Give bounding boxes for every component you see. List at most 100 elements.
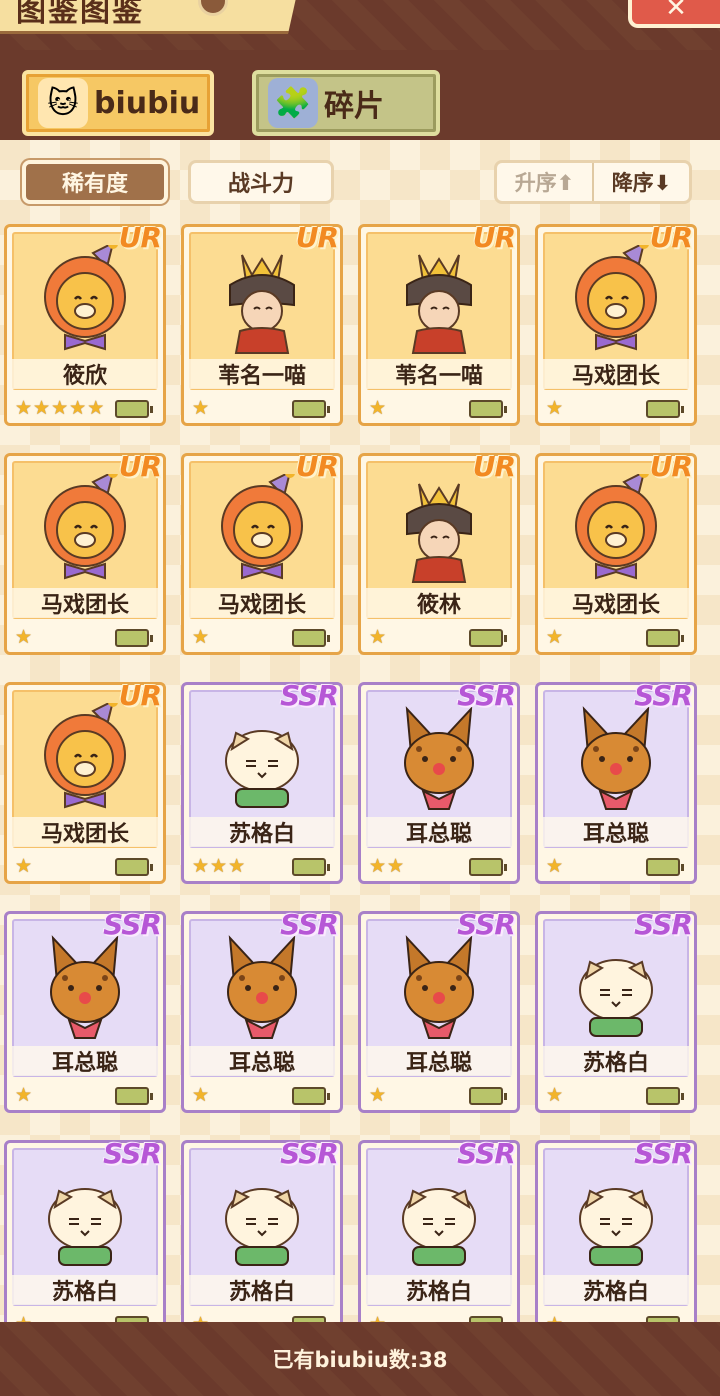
star-rating: ★ [546, 1313, 563, 1322]
close-icon: ✕ [665, 0, 687, 23]
sort-rarity-button[interactable]: 稀有度 [22, 160, 168, 204]
character-card[interactable]: SSR 苏格白 ★ [181, 1137, 343, 1322]
ascending-button[interactable]: 升序⬆ [497, 163, 594, 201]
rarity-badge: UR [649, 450, 693, 483]
rarity-badge: UR [118, 679, 162, 712]
star-rating: ★ [369, 397, 386, 419]
star-rating: ★ [15, 1084, 32, 1106]
character-name: 马戏团长 [543, 588, 689, 618]
star-rating: ★ [192, 626, 209, 648]
star-icon: ★ [369, 626, 387, 648]
character-card[interactable]: UR 筱欣 ★ ★ ★ ★ ★ [4, 224, 166, 426]
character-name: 苏格白 [189, 817, 335, 847]
rarity-badge: UR [118, 224, 162, 254]
star-icon: ★ [33, 397, 51, 419]
rarity-badge: SSR [634, 1137, 693, 1170]
samurai-portrait-icon [389, 474, 489, 586]
battery-icon [646, 1087, 684, 1105]
lion-portrait-icon [566, 468, 666, 586]
star-icon: ★ [387, 855, 405, 877]
battery-icon [292, 858, 330, 876]
character-name: 耳总聪 [366, 817, 512, 847]
character-name: 马戏团长 [12, 817, 158, 847]
close-button[interactable]: ✕ [628, 0, 720, 28]
character-card[interactable]: SSR 苏格白 ★ [535, 1137, 697, 1322]
rarity-badge: SSR [634, 679, 693, 712]
rarity-badge: UR [472, 450, 516, 483]
character-card[interactable]: UR 马戏团长 ★ [535, 224, 697, 426]
star-rating: ★ [546, 626, 563, 648]
star-icon: ★ [546, 626, 564, 648]
character-name: 耳总聪 [12, 1046, 158, 1076]
star-icon: ★ [15, 1084, 33, 1106]
character-name: 马戏团长 [189, 588, 335, 618]
rarity-badge: SSR [457, 679, 516, 712]
character-card[interactable]: UR 马戏团长 ★ [4, 679, 166, 884]
star-rating: ★ [546, 855, 563, 877]
star-rating: ★ [369, 1313, 386, 1322]
character-name: 苏格白 [189, 1275, 335, 1305]
rarity-badge: UR [295, 450, 339, 483]
character-card[interactable]: SSR 耳总聪 ★ [358, 908, 520, 1113]
battery-icon [646, 400, 684, 418]
character-card[interactable]: SSR 耳总聪 ★ ★ [358, 679, 520, 884]
star-icon: ★ [69, 397, 87, 419]
character-card[interactable]: UR 马戏团长 ★ [535, 450, 697, 655]
character-name: 苏格白 [366, 1275, 512, 1305]
star-rating: ★ [192, 397, 209, 419]
battery-icon [646, 629, 684, 647]
star-icon: ★ [87, 397, 105, 419]
character-card[interactable]: SSR 耳总聪 ★ [4, 908, 166, 1113]
lion-portrait-icon [35, 239, 135, 357]
lion-portrait-icon [566, 239, 666, 357]
rarity-badge: SSR [280, 1137, 339, 1170]
star-icon: ★ [15, 1313, 32, 1322]
character-card[interactable]: SSR 苏格白 ★ [4, 1137, 166, 1322]
rarity-badge: SSR [280, 679, 339, 712]
character-name: 马戏团长 [543, 359, 689, 389]
character-name: 苏格白 [543, 1046, 689, 1076]
tab-bar: 🐱 biubiu 🧩 碎片 [0, 50, 720, 140]
character-name: 筱欣 [12, 359, 158, 389]
character-card[interactable]: UR 马戏团长 ★ [181, 450, 343, 655]
character-name: 苏格白 [543, 1275, 689, 1305]
rarity-badge: SSR [457, 1137, 516, 1170]
battery-icon [469, 629, 507, 647]
battery-icon [292, 1087, 330, 1105]
battery-icon [115, 629, 153, 647]
character-card[interactable]: SSR 耳总聪 ★ [181, 908, 343, 1113]
character-card[interactable]: SSR 耳总聪 ★ [535, 679, 697, 884]
rarity-badge: SSR [634, 908, 693, 941]
star-icon: ★ [192, 1313, 209, 1322]
order-toggle: 升序⬆ 降序⬇ [494, 160, 692, 204]
character-card[interactable]: UR 马戏团长 ★ [4, 450, 166, 655]
page-title: 图鉴图鉴 [16, 0, 144, 29]
leopard-portrait-icon [35, 932, 135, 1044]
tab-biubiu[interactable]: 🐱 biubiu [22, 70, 214, 136]
character-card[interactable]: UR 苇名一喵 ★ [358, 224, 520, 426]
leopard-portrait-icon [389, 932, 489, 1044]
star-icon: ★ [546, 1313, 563, 1322]
star-icon: ★ [369, 1084, 387, 1106]
star-rating: ★ ★ ★ [192, 855, 245, 877]
character-card[interactable]: UR 筱林 ★ [358, 450, 520, 655]
character-name: 筱林 [366, 588, 512, 618]
whitecat-portrait-icon [566, 1161, 666, 1273]
battery-icon [469, 400, 507, 418]
samurai-portrait-icon [212, 245, 312, 357]
battery-icon [292, 400, 330, 418]
character-card[interactable]: UR 苇名一喵 ★ [181, 224, 343, 426]
tab-fragments[interactable]: 🧩 碎片 [252, 70, 440, 136]
sort-power-button[interactable]: 战斗力 [188, 160, 334, 204]
battery-icon [292, 629, 330, 647]
star-icon: ★ [15, 397, 33, 419]
battery-icon [646, 858, 684, 876]
descending-button[interactable]: 降序⬇ [594, 163, 689, 201]
character-card[interactable]: SSR 苏格白 ★ [535, 908, 697, 1113]
star-icon: ★ [546, 397, 564, 419]
character-card[interactable]: SSR 苏格白 ★ [358, 1137, 520, 1322]
star-rating: ★ [192, 1084, 209, 1106]
character-card[interactable]: SSR 苏格白 ★ ★ ★ [181, 679, 343, 884]
battery-icon [469, 1087, 507, 1105]
star-icon: ★ [369, 1313, 386, 1322]
